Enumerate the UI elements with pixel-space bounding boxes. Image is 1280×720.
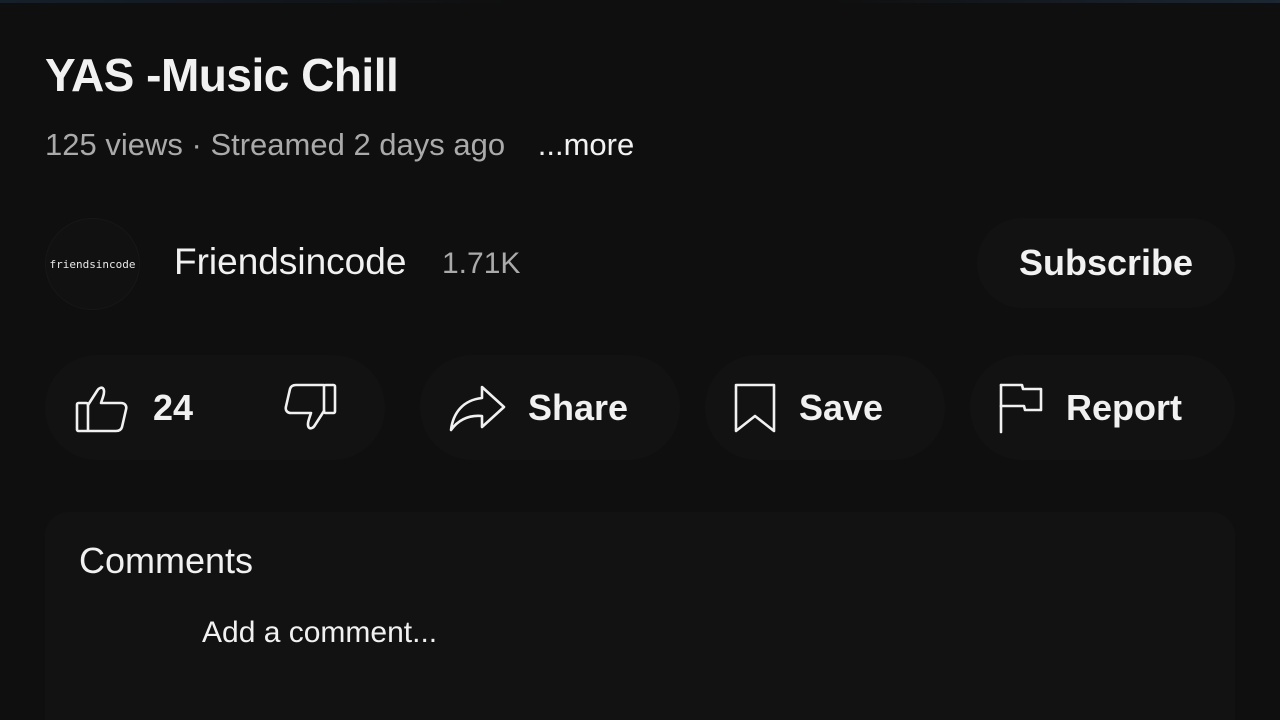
action-bar: 24 Share Save Report: [45, 355, 1235, 460]
like-button[interactable]: 24: [75, 355, 193, 460]
report-button[interactable]: Report: [970, 355, 1235, 460]
report-label: Report: [1066, 386, 1182, 428]
view-count: 125 views: [45, 127, 183, 162]
video-title: YAS -Music Chill: [45, 49, 399, 101]
save-label: Save: [799, 386, 884, 428]
thumbs-down-icon: [283, 383, 337, 433]
like-dislike-group: 24: [45, 355, 385, 460]
channel-row: friendsincode Friendsincode 1.71K Subscr…: [45, 218, 1235, 310]
save-button[interactable]: Save: [705, 355, 945, 460]
stream-date: Streamed 2 days ago: [210, 127, 506, 162]
channel-name[interactable]: Friendsincode: [174, 241, 406, 283]
share-button[interactable]: Share: [420, 355, 680, 460]
comments-title: Comments: [79, 540, 254, 581]
share-arrow-icon: [448, 383, 506, 433]
thumbs-up-icon: [75, 383, 129, 433]
subscriber-count: 1.71K: [442, 247, 521, 280]
more-link[interactable]: ...more: [538, 127, 634, 162]
flag-icon: [998, 382, 1044, 434]
channel-avatar[interactable]: friendsincode: [45, 218, 140, 310]
meta-separator: ·: [191, 127, 202, 162]
like-count: 24: [153, 386, 194, 428]
add-comment-input[interactable]: Add a comment...: [202, 616, 1202, 660]
subscribe-button[interactable]: Subscribe: [977, 218, 1235, 308]
video-meta[interactable]: 125 views · Streamed 2 days ago ...more: [45, 127, 634, 163]
comments-section[interactable]: Comments Add a comment...: [45, 512, 1235, 720]
dislike-button[interactable]: [283, 355, 337, 460]
top-divider: [0, 0, 1280, 3]
share-label: Share: [528, 386, 629, 428]
bookmark-icon: [733, 382, 777, 434]
avatar-logo-text: friendsincode: [49, 257, 136, 271]
video-details-page: YAS -Music Chill 125 views · Streamed 2 …: [0, 0, 1280, 720]
